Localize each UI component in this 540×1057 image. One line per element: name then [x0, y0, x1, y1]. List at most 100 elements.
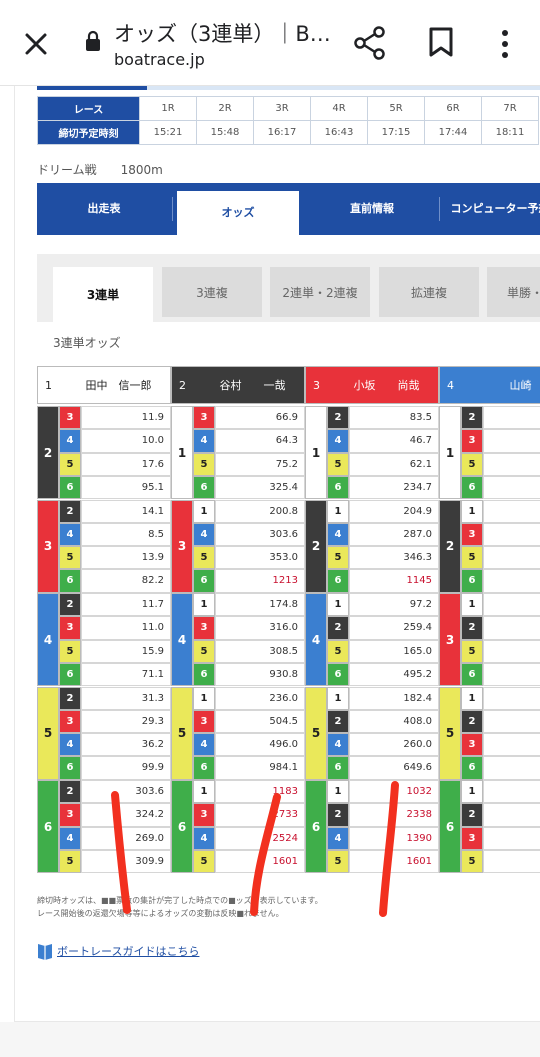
- odds-row[interactable]: 2 83.5: [327, 406, 439, 430]
- odds-row[interactable]: 3 29.3: [59, 709, 171, 733]
- guide-link[interactable]: ボートレースガイドはこちら: [37, 942, 199, 960]
- odds-row[interactable]: 4 260.0: [327, 733, 439, 757]
- odds-row[interactable]: 2 11.7: [59, 593, 171, 617]
- odds-row[interactable]: 2 408.0: [327, 709, 439, 733]
- odds-row[interactable]: 1 1032: [327, 780, 439, 804]
- odds-row[interactable]: 2 2338: [327, 803, 439, 827]
- odds-row[interactable]: 6 495.2: [327, 662, 439, 686]
- odds-row[interactable]: 4 46.7: [327, 429, 439, 453]
- odds-row[interactable]: 4 10.0: [59, 429, 171, 453]
- odds-row[interactable]: 6: [461, 662, 540, 686]
- odds-row[interactable]: 4 2524: [193, 826, 305, 850]
- odds-row[interactable]: 5: [461, 639, 540, 663]
- odds-row[interactable]: 6: [461, 475, 540, 499]
- odds-row[interactable]: 4 496.0: [193, 733, 305, 757]
- odds-row[interactable]: 6 82.2: [59, 569, 171, 593]
- bet-tab-trio[interactable]: 3連複: [162, 267, 262, 317]
- odds-row[interactable]: 5: [461, 849, 540, 873]
- odds-row[interactable]: 2 259.4: [327, 616, 439, 640]
- odds-row[interactable]: 4 36.2: [59, 733, 171, 757]
- odds-row[interactable]: 3: [461, 826, 540, 850]
- odds-row[interactable]: 3: [461, 733, 540, 757]
- odds-row[interactable]: 1: [461, 686, 540, 710]
- odds-row[interactable]: 6 1213: [193, 569, 305, 593]
- odds-row[interactable]: 6 930.8: [193, 662, 305, 686]
- tab-computer-prediction[interactable]: コンピューター予想: [445, 183, 540, 235]
- bookmark-icon[interactable]: [427, 26, 455, 58]
- odds-row[interactable]: 5 165.0: [327, 639, 439, 663]
- odds-row[interactable]: 1 97.2: [327, 593, 439, 617]
- tab-entry-list[interactable]: 出走表: [37, 183, 171, 235]
- odds-row[interactable]: 6: [461, 756, 540, 780]
- odds-row[interactable]: 3 324.2: [59, 803, 171, 827]
- odds-row[interactable]: 6 99.9: [59, 756, 171, 780]
- odds-row[interactable]: 4 303.6: [193, 522, 305, 546]
- odds-row[interactable]: 3: [461, 429, 540, 453]
- odds-row[interactable]: 4 287.0: [327, 522, 439, 546]
- odds-row[interactable]: 5 75.2: [193, 452, 305, 476]
- odds-row[interactable]: 1: [461, 499, 540, 523]
- odds-row[interactable]: 6: [461, 569, 540, 593]
- odds-row[interactable]: 2: [461, 616, 540, 640]
- odds-row[interactable]: 3 504.5: [193, 709, 305, 733]
- odds-row[interactable]: 1: [461, 593, 540, 617]
- odds-row[interactable]: 4 269.0: [59, 826, 171, 850]
- close-icon[interactable]: [18, 26, 54, 62]
- odds-row[interactable]: 4 64.3: [193, 429, 305, 453]
- odds-row[interactable]: 5 62.1: [327, 452, 439, 476]
- odds-row[interactable]: 1 174.8: [193, 593, 305, 617]
- bet-tab-trifecta[interactable]: 3連単: [53, 267, 153, 322]
- odds-row[interactable]: 5 13.9: [59, 546, 171, 570]
- odds-row[interactable]: 6 649.6: [327, 756, 439, 780]
- odds-row[interactable]: 2: [461, 709, 540, 733]
- odds-row[interactable]: 2 31.3: [59, 686, 171, 710]
- odds-row[interactable]: 3 11.9: [59, 406, 171, 430]
- race-tab[interactable]: 2R: [196, 96, 254, 121]
- odds-row[interactable]: 3 2733: [193, 803, 305, 827]
- race-tab[interactable]: 7R: [481, 96, 539, 121]
- race-tab[interactable]: 5R: [367, 96, 425, 121]
- odds-row[interactable]: 6 1145: [327, 569, 439, 593]
- odds-row[interactable]: 2 14.1: [59, 499, 171, 523]
- more-vert-icon[interactable]: [492, 28, 518, 60]
- guide-link-text[interactable]: ボートレースガイドはこちら: [57, 943, 199, 959]
- odds-row[interactable]: 5 309.9: [59, 849, 171, 873]
- odds-row[interactable]: 5 353.0: [193, 546, 305, 570]
- odds-row[interactable]: 5 346.3: [327, 546, 439, 570]
- odds-row[interactable]: 1: [461, 780, 540, 804]
- odds-row[interactable]: 4 1390: [327, 826, 439, 850]
- odds-row[interactable]: 5: [461, 452, 540, 476]
- odds-row[interactable]: 5 308.5: [193, 639, 305, 663]
- race-tab[interactable]: 6R: [424, 96, 482, 121]
- odds-row[interactable]: 1 236.0: [193, 686, 305, 710]
- share-icon[interactable]: [352, 24, 388, 62]
- tab-odds[interactable]: オッズ: [177, 191, 299, 235]
- bet-tab-quinella-place[interactable]: 拡連複: [379, 267, 479, 317]
- odds-row[interactable]: 5 17.6: [59, 452, 171, 476]
- odds-row[interactable]: 5 15.9: [59, 639, 171, 663]
- odds-row[interactable]: 2: [461, 406, 540, 430]
- odds-row[interactable]: 3: [461, 522, 540, 546]
- odds-row[interactable]: 6 984.1: [193, 756, 305, 780]
- race-tab[interactable]: 1R: [139, 96, 197, 121]
- odds-row[interactable]: 1 204.9: [327, 499, 439, 523]
- odds-row[interactable]: 3 66.9: [193, 406, 305, 430]
- odds-row[interactable]: 4 8.5: [59, 522, 171, 546]
- odds-row[interactable]: 5: [461, 546, 540, 570]
- odds-row[interactable]: 2: [461, 803, 540, 827]
- race-tab[interactable]: 4R: [310, 96, 368, 121]
- race-tab[interactable]: 3R: [253, 96, 311, 121]
- odds-row[interactable]: 3 11.0: [59, 616, 171, 640]
- odds-row[interactable]: 1 1183: [193, 780, 305, 804]
- odds-row[interactable]: 5 1601: [327, 849, 439, 873]
- bet-tab-win-place[interactable]: 単勝・: [487, 267, 540, 317]
- odds-row[interactable]: 6 234.7: [327, 475, 439, 499]
- odds-row[interactable]: 2 303.6: [59, 780, 171, 804]
- odds-row[interactable]: 1 200.8: [193, 499, 305, 523]
- odds-row[interactable]: 1 182.4: [327, 686, 439, 710]
- odds-row[interactable]: 6 325.4: [193, 475, 305, 499]
- tab-preinfo[interactable]: 直前情報: [305, 183, 439, 235]
- bet-tab-exacta-quinella[interactable]: 2連単・2連複: [270, 267, 370, 317]
- odds-row[interactable]: 3 316.0: [193, 616, 305, 640]
- odds-row[interactable]: 5 1601: [193, 849, 305, 873]
